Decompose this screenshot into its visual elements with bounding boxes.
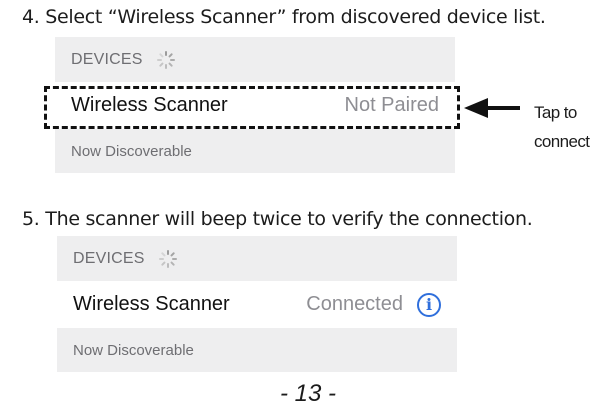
tap-to-connect-callout: Tap to connect <box>534 98 590 156</box>
step-4-instruction: 4. Select “Wireless Scanner” from discov… <box>22 6 546 28</box>
connection-status-group: Connected i <box>306 292 441 317</box>
devices-header-label: DEVICES <box>71 50 143 68</box>
activity-spinner-icon <box>158 249 177 268</box>
devices-section-header: DEVICES <box>55 37 455 82</box>
device-name: Wireless Scanner <box>73 293 230 315</box>
page-number: - 13 - <box>279 380 336 407</box>
device-row-wireless-scanner[interactable]: Wireless Scanner Connected i <box>57 281 457 328</box>
callout-line-1: Tap to <box>534 103 577 122</box>
devices-header-label: DEVICES <box>73 249 145 267</box>
activity-spinner-icon <box>156 50 175 69</box>
step-5-instruction: 5. The scanner will beep twice to verify… <box>22 208 533 230</box>
info-circle-icon[interactable]: i <box>417 292 441 317</box>
highlight-dashed-box <box>44 86 460 129</box>
left-arrow-icon <box>464 98 520 118</box>
discoverable-status: Now Discoverable <box>55 129 455 173</box>
callout-line-2: connect <box>534 132 590 151</box>
connection-status: Connected <box>306 293 403 315</box>
devices-section-header: DEVICES <box>57 236 457 281</box>
devices-panel-step-5: DEVICES Wireless Scanner Connected i Now… <box>57 236 457 372</box>
discoverable-status: Now Discoverable <box>57 328 457 372</box>
